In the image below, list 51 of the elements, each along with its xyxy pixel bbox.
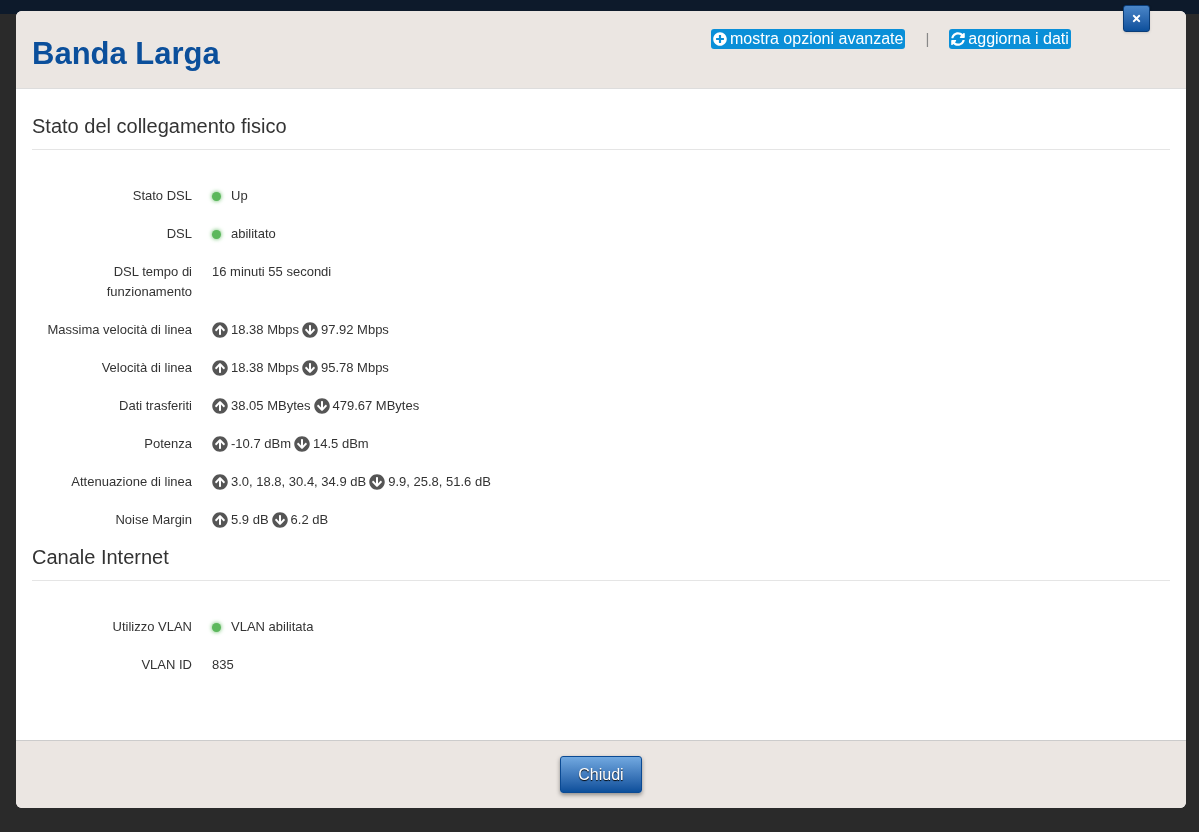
field-label: Stato DSL <box>131 187 192 205</box>
up-arrow-icon <box>212 360 228 376</box>
field-label: Massima velocità di linea <box>46 321 192 339</box>
header-link[interactable]: aggiorna i dati <box>949 29 1071 50</box>
close-icon[interactable] <box>1123 5 1150 32</box>
downstream-value: 6.2 dB <box>290 511 329 529</box>
field-label: Potenza <box>143 435 192 453</box>
down-arrow-icon <box>271 512 288 528</box>
up-arrow-icon <box>212 474 228 490</box>
upstream-value: 18.38 Mbps <box>231 359 299 377</box>
down-arrow-icon <box>301 360 318 376</box>
field-label: DSL tempo di funzionamento <box>105 263 192 301</box>
header-link[interactable]: mostra opzioni avanzate <box>711 29 906 50</box>
upstream-value: 38.05 MBytes <box>231 397 311 415</box>
up-arrow-icon <box>212 322 228 338</box>
up-arrow-icon <box>212 436 228 452</box>
downstream-value: 14.5 dBm <box>313 435 369 453</box>
field-value: 16 minuti 55 secondi <box>212 264 332 279</box>
down-arrow-icon <box>294 436 310 452</box>
field-label: VLAN ID <box>140 656 192 674</box>
status-value: abilitato <box>231 225 276 243</box>
field-label: DSL <box>165 225 192 243</box>
close-button[interactable]: Chiudi <box>560 756 642 793</box>
down-arrow-icon <box>301 322 318 338</box>
field-label: Velocità di linea <box>100 359 192 377</box>
modal-title: Banda Larga <box>32 35 220 73</box>
up-arrow-icon <box>212 398 228 414</box>
status-value: Up <box>231 187 248 205</box>
close-x-icon <box>1131 13 1142 24</box>
upstream-value: 3.0, 18.8, 30.4, 34.9 dB <box>231 473 367 491</box>
section-heading: Stato del collegamento fisico <box>32 111 1170 150</box>
field-label: Dati trasferiti <box>118 397 192 415</box>
downstream-value: 95.78 Mbps <box>320 359 389 377</box>
field-label: Attenuazione di linea <box>70 473 192 491</box>
upstream-value: 18.38 Mbps <box>231 321 299 339</box>
link-separator: | <box>925 29 930 49</box>
section-heading: Canale Internet <box>32 542 1170 581</box>
down-arrow-icon <box>369 474 386 490</box>
plus-icon <box>713 32 727 47</box>
up-arrow-icon <box>212 512 228 528</box>
refresh-icon <box>951 32 966 47</box>
field-label: Utilizzo VLAN <box>111 618 192 636</box>
upstream-value: 5.9 dB <box>231 511 269 529</box>
field-value: 835 <box>212 657 234 672</box>
field-label: Noise Margin <box>114 511 192 529</box>
downstream-value: 479.67 MBytes <box>332 397 420 415</box>
upstream-value: -10.7 dBm <box>231 435 291 453</box>
down-arrow-icon <box>313 398 330 414</box>
downstream-value: 97.92 Mbps <box>320 321 389 339</box>
status-value: VLAN abilitata <box>231 618 314 636</box>
downstream-value: 9.9, 25.8, 51.6 dB <box>388 473 491 491</box>
